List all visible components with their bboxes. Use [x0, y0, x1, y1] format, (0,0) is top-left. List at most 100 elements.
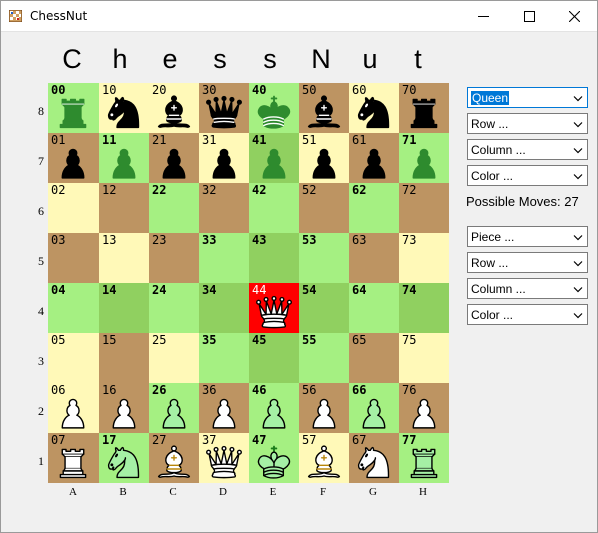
board-square[interactable]: 00 — [48, 83, 99, 133]
board-square[interactable]: 63 — [349, 233, 399, 283]
board-square[interactable]: 30 — [199, 83, 249, 133]
board-square[interactable]: 41 — [249, 133, 299, 183]
board-square[interactable]: 15 — [99, 333, 149, 383]
chevron-down-icon — [573, 235, 583, 241]
heading-letter: N — [311, 44, 331, 74]
board-square[interactable]: 47 — [249, 433, 299, 483]
board-square[interactable]: 02 — [48, 183, 99, 233]
board-square[interactable]: 53 — [299, 233, 349, 283]
board-square[interactable]: 52 — [299, 183, 349, 233]
close-button[interactable] — [552, 0, 598, 32]
board-square[interactable]: 70 — [399, 83, 449, 133]
board-square[interactable]: 22 — [149, 183, 199, 233]
board-square[interactable]: 03 — [48, 233, 99, 283]
board-square[interactable]: 35 — [199, 333, 249, 383]
combo-value: Color ... — [471, 169, 514, 183]
board-square[interactable]: 14 — [99, 283, 149, 333]
board-square[interactable]: 45 — [249, 333, 299, 383]
board-square[interactable]: 44 — [249, 283, 299, 333]
piece-select-bottom[interactable]: Piece ... — [467, 226, 588, 247]
board-square[interactable]: 60 — [349, 83, 399, 133]
board-square[interactable]: 51 — [299, 133, 349, 183]
maximize-button[interactable] — [507, 0, 553, 32]
board-square[interactable]: 23 — [149, 233, 199, 283]
row-select-top[interactable]: Row ... — [467, 113, 588, 134]
column-select-bottom[interactable]: Column ... — [467, 278, 588, 299]
chess-board[interactable]: 00 10 20 30 40 50 60 70 01 11 21 31 41 51 61 71 02 12 22 32… — [48, 83, 450, 483]
board-square[interactable]: 57 — [299, 433, 349, 483]
square-id: 25 — [152, 333, 167, 347]
chess-piece-king-icon — [257, 95, 291, 129]
board-square[interactable]: 62 — [349, 183, 399, 233]
square-id: 03 — [51, 233, 66, 247]
rank-label: 6 — [38, 204, 44, 218]
board-square[interactable]: 64 — [349, 283, 399, 333]
heading-letter: u — [362, 44, 378, 74]
board-square[interactable]: 01 — [48, 133, 99, 183]
board-square[interactable]: 37 — [199, 433, 249, 483]
board-square[interactable]: 54 — [299, 283, 349, 333]
chevron-down-icon — [573, 122, 583, 128]
board-square[interactable]: 04 — [48, 283, 99, 333]
file-label: G — [369, 486, 377, 498]
chevron-down-icon — [573, 96, 583, 102]
board-square[interactable]: 21 — [149, 133, 199, 183]
board-square[interactable]: 56 — [299, 383, 349, 433]
board-square[interactable]: 07 — [48, 433, 99, 483]
board-square[interactable]: 27 — [149, 433, 199, 483]
board-square[interactable]: 67 — [349, 433, 399, 483]
board-square[interactable]: 12 — [99, 183, 149, 233]
board-square[interactable]: 34 — [199, 283, 249, 333]
board-square[interactable]: 10 — [99, 83, 149, 133]
rank-label: 4 — [38, 304, 44, 318]
piece-select-top[interactable]: Queen — [467, 87, 588, 108]
board-square[interactable]: 73 — [399, 233, 449, 283]
board-square[interactable]: 20 — [149, 83, 199, 133]
app-icon — [9, 10, 22, 22]
board-square[interactable]: 71 — [399, 133, 449, 183]
board-square[interactable]: 55 — [299, 333, 349, 383]
board-square[interactable]: 26 — [149, 383, 199, 433]
color-select-top[interactable]: Color ... — [467, 165, 588, 186]
board-square[interactable]: 13 — [99, 233, 149, 283]
square-id: 53 — [302, 233, 317, 247]
board-square[interactable]: 75 — [399, 333, 449, 383]
board-square[interactable]: 31 — [199, 133, 249, 183]
minimize-button[interactable] — [461, 0, 507, 32]
maximize-icon — [524, 11, 535, 22]
board-square[interactable]: 77 — [399, 433, 449, 483]
board-square[interactable]: 65 — [349, 333, 399, 383]
board-square[interactable]: 36 — [199, 383, 249, 433]
board-square[interactable]: 11 — [99, 133, 149, 183]
board-square[interactable]: 61 — [349, 133, 399, 183]
board-square[interactable]: 16 — [99, 383, 149, 433]
chess-piece-pawn-icon — [312, 148, 336, 179]
column-select-top[interactable]: Column ... — [467, 139, 588, 160]
board-square[interactable]: 24 — [149, 283, 199, 333]
board-square[interactable]: 06 — [48, 383, 99, 433]
chess-piece-pawn-icon — [362, 148, 386, 179]
board-square[interactable]: 43 — [249, 233, 299, 283]
board-square[interactable]: 66 — [349, 383, 399, 433]
chess-piece-knight-icon — [357, 96, 390, 129]
square-id: 23 — [152, 233, 167, 247]
board-square[interactable]: 40 — [249, 83, 299, 133]
board-square[interactable]: 42 — [249, 183, 299, 233]
chess-piece-rook-icon — [59, 98, 87, 129]
board-square[interactable]: 05 — [48, 333, 99, 383]
board-square[interactable]: 46 — [249, 383, 299, 433]
board-square[interactable]: 32 — [199, 183, 249, 233]
board-square[interactable]: 17 — [99, 433, 149, 483]
board-square[interactable]: 72 — [399, 183, 449, 233]
board-square[interactable]: 50 — [299, 83, 349, 133]
color-select-bottom[interactable]: Color ... — [467, 304, 588, 325]
chess-piece-pawn-icon — [362, 398, 386, 429]
chess-piece-rook-icon — [410, 448, 438, 479]
board-square[interactable]: 76 — [399, 383, 449, 433]
board-square[interactable]: 25 — [149, 333, 199, 383]
row-select-bottom[interactable]: Row ... — [467, 252, 588, 273]
board-square[interactable]: 33 — [199, 233, 249, 283]
chess-piece-pawn-icon — [162, 148, 186, 179]
board-square[interactable]: 74 — [399, 283, 449, 333]
chevron-down-icon — [573, 148, 583, 154]
